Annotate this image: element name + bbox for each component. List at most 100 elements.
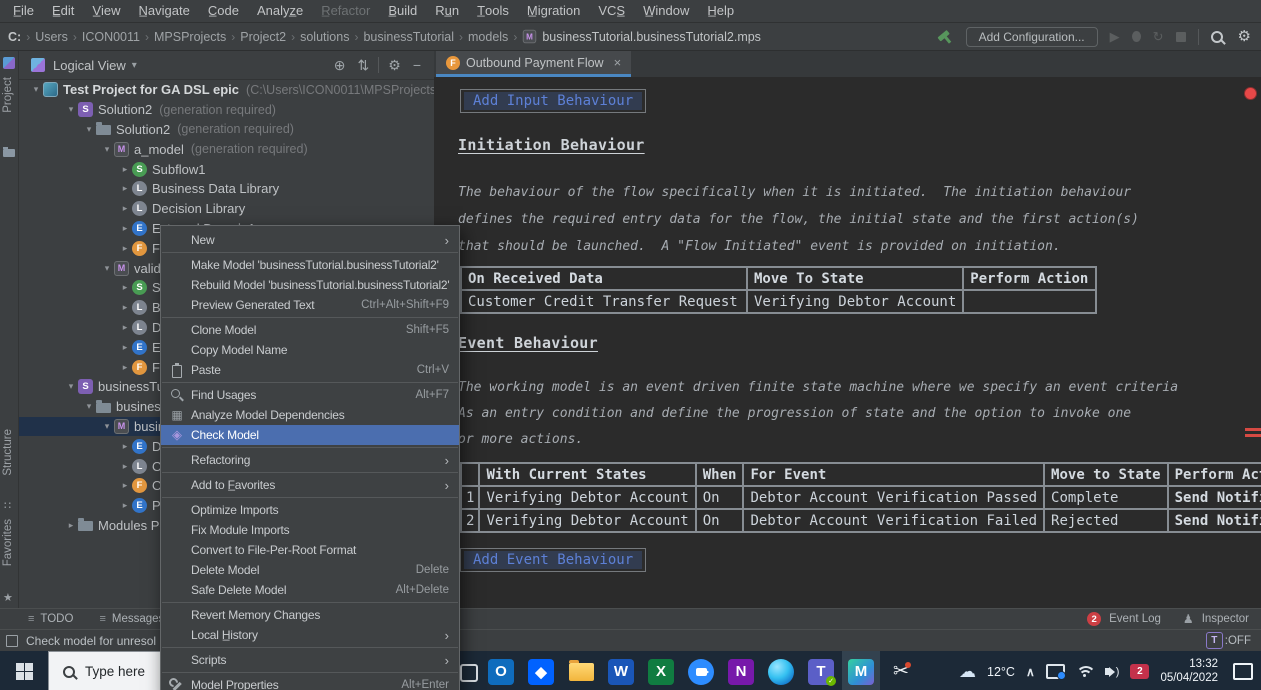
menu-item-fix-module-imports[interactable]: Fix Module Imports — [161, 520, 459, 540]
weather-cloud-icon[interactable]: ☁ — [959, 662, 976, 682]
menu-item-revert-memory-changes[interactable]: Revert Memory Changes — [161, 605, 459, 625]
start-button[interactable] — [0, 651, 48, 690]
tree-chevron-icon[interactable]: ▾ — [100, 144, 114, 155]
menu-item-scripts[interactable]: Scripts› — [161, 650, 459, 670]
breadcrumb-item-solutions[interactable]: solutions — [300, 30, 349, 44]
column-header[interactable] — [461, 463, 479, 486]
event-behaviour-heading[interactable]: Event Behaviour — [458, 334, 598, 352]
wifi-icon[interactable] — [1076, 666, 1094, 678]
tree-chevron-icon[interactable]: ▸ — [118, 362, 132, 373]
collapse-all-icon[interactable]: ⇅ — [355, 58, 373, 72]
stripe-structure-label[interactable]: Structure — [2, 429, 14, 476]
taskbar-app-word[interactable]: W — [602, 651, 640, 690]
menubar-item-edit[interactable]: E̲dit — [43, 0, 83, 22]
menu-item-clone-model[interactable]: Clone ModelShift+F5 — [161, 320, 459, 340]
tree-item-subflow1[interactable]: ▸SSubflow1 — [19, 159, 434, 179]
volume-icon[interactable]: ) — [1105, 666, 1120, 678]
taskbar-app-excel[interactable]: X — [642, 651, 680, 690]
run-with-coverage-icon[interactable]: ↻ — [1153, 29, 1164, 45]
table-cell[interactable]: On — [696, 486, 744, 509]
debug-bug-icon[interactable] — [1132, 31, 1141, 42]
locate-icon[interactable]: ⊕ — [331, 58, 349, 72]
tree-chevron-icon[interactable]: ▾ — [29, 84, 43, 95]
taskbar-app-teams[interactable]: T✓ — [802, 651, 840, 690]
menu-item-refactoring[interactable]: Refactoring› — [161, 450, 459, 470]
taskbar-app-file-explorer[interactable] — [562, 651, 600, 690]
taskbar-app-edge[interactable] — [762, 651, 800, 690]
todo-tab[interactable]: ≡ TODO — [28, 613, 73, 625]
menu-item-find-usages[interactable]: Find UsagesAlt+F7 — [161, 385, 459, 405]
column-header[interactable]: For Event — [743, 463, 1044, 486]
run-icon[interactable]: ▶ — [1110, 29, 1120, 45]
menu-item-paste[interactable]: PasteCtrl+V — [161, 360, 459, 380]
temperature[interactable]: 12°C — [987, 665, 1015, 679]
toggle-t-icon[interactable]: T — [1206, 632, 1223, 649]
breadcrumb-drive[interactable]: C: — [8, 30, 21, 44]
stop-icon[interactable] — [1176, 32, 1186, 42]
breadcrumb-item-mpsprojects[interactable]: MPSProjects — [154, 30, 226, 44]
menu-item-convert-to-file-per-root-format[interactable]: Convert to File-Per-Root Format — [161, 540, 459, 560]
table-cell[interactable]: Debtor Account Verification Passed — [743, 486, 1044, 509]
initiation-description[interactable]: The behaviour of the flow specifically w… — [458, 179, 1139, 260]
table-cell[interactable]: Complete — [1044, 486, 1168, 509]
menu-item-rebuild-model-businesstutorial-businesstutorial2[interactable]: Rebuild Model 'businessTutorial.business… — [161, 275, 459, 295]
breadcrumb-file[interactable]: M businessTutorial.businessTutorial2.mps — [522, 29, 761, 44]
folder-icon[interactable] — [3, 149, 15, 157]
tree-item-solution2[interactable]: ▾Solution2(generation required) — [19, 120, 434, 140]
table-cell[interactable]: Verifying Debtor Account — [747, 290, 963, 313]
add-input-behaviour-button[interactable]: Add Input Behaviour — [460, 89, 646, 113]
menubar-item-vcs[interactable]: VCS̲ — [589, 0, 634, 22]
tree-chevron-icon[interactable]: ▸ — [118, 500, 132, 511]
inspector-tab[interactable]: Inspector — [1202, 613, 1249, 625]
close-tab-icon[interactable]: × — [614, 55, 622, 70]
menu-item-local-history[interactable]: Local H̲istory› — [161, 625, 459, 645]
tree-chevron-icon[interactable]: ▸ — [64, 520, 78, 531]
row-number-cell[interactable]: 1 — [461, 486, 479, 509]
menu-item-optimize-imports[interactable]: Optimize Imports — [161, 500, 459, 520]
chevron-down-icon[interactable]: ▾ — [132, 60, 137, 71]
add-configuration-button[interactable]: Add Configuration... — [966, 27, 1098, 47]
breadcrumb-item-businesstutorial[interactable]: businessTutorial — [363, 30, 454, 44]
menu-item-copy-model-name[interactable]: Copy Model Name — [161, 340, 459, 360]
table-cell[interactable]: On — [696, 509, 744, 532]
stripe-favorites-label[interactable]: Favorites — [2, 519, 14, 566]
menu-item-model-properties[interactable]: Model PropertiesAlt+Enter — [161, 675, 459, 690]
tree-chevron-icon[interactable]: ▸ — [118, 203, 132, 214]
structure-dots-icon[interactable]: ∷ — [4, 499, 11, 512]
menu-item-check-model[interactable]: ◈Check Model — [161, 425, 459, 445]
task-view-icon[interactable] — [460, 664, 478, 682]
show-hidden-icons-chevron[interactable]: ∧ — [1026, 665, 1035, 679]
project-tool-window-icon[interactable] — [3, 57, 15, 69]
tree-chevron-icon[interactable]: ▾ — [100, 263, 114, 274]
row-number-cell[interactable]: 2 — [461, 509, 479, 532]
tree-item-decision-library[interactable]: ▸LDecision Library — [19, 199, 434, 219]
breadcrumb-item-icon0011[interactable]: ICON0011 — [82, 30, 140, 44]
tree-item-test-project-for-ga-dsl-epic[interactable]: ▾Test Project for GA DSL epic(C:\Users\I… — [19, 80, 434, 100]
table-cell[interactable]: Debtor Account Verification Failed — [743, 509, 1044, 532]
tree-item-business-data-library[interactable]: ▸LBusiness Data Library — [19, 179, 434, 199]
tree-chevron-icon[interactable]: ▸ — [118, 183, 132, 194]
event-description[interactable]: The working model is an event driven fin… — [458, 375, 1178, 453]
taskbar-app-dropbox[interactable]: ◆ — [522, 651, 560, 690]
tree-chevron-icon[interactable]: ▾ — [82, 401, 96, 412]
breadcrumb-item-models[interactable]: models — [468, 30, 508, 44]
menubar-item-navigate[interactable]: N̲avigate — [130, 0, 199, 22]
settings-gear-icon[interactable]: ⚙ — [1238, 29, 1251, 44]
notification-count-badge[interactable]: 2 — [1130, 664, 1149, 679]
tree-chevron-icon[interactable]: ▸ — [118, 282, 132, 293]
tree-chevron-icon[interactable]: ▸ — [118, 322, 132, 333]
menubar-item-run[interactable]: Ru̲n — [426, 0, 468, 22]
panel-settings-gear-icon[interactable]: ⚙ — [385, 58, 404, 72]
action-center-icon[interactable] — [1233, 663, 1253, 680]
tool-window-switcher-icon[interactable] — [6, 635, 18, 647]
menubar-item-view[interactable]: V̲iew — [83, 0, 129, 22]
column-header[interactable]: When — [696, 463, 744, 486]
messages-tab[interactable]: ≡ Messages — [99, 613, 164, 625]
view-selector[interactable]: Logical View — [53, 58, 126, 73]
tree-chevron-icon[interactable]: ▾ — [82, 124, 96, 135]
taskbar-app-zoom[interactable] — [682, 651, 720, 690]
table-cell[interactable]: Customer Credit Transfer Request — [461, 290, 747, 313]
menubar-item-refactor[interactable]: R̲efactor — [312, 0, 379, 22]
tree-chevron-icon[interactable]: ▾ — [64, 104, 78, 115]
table-cell[interactable]: Send Notification — [1168, 486, 1261, 509]
